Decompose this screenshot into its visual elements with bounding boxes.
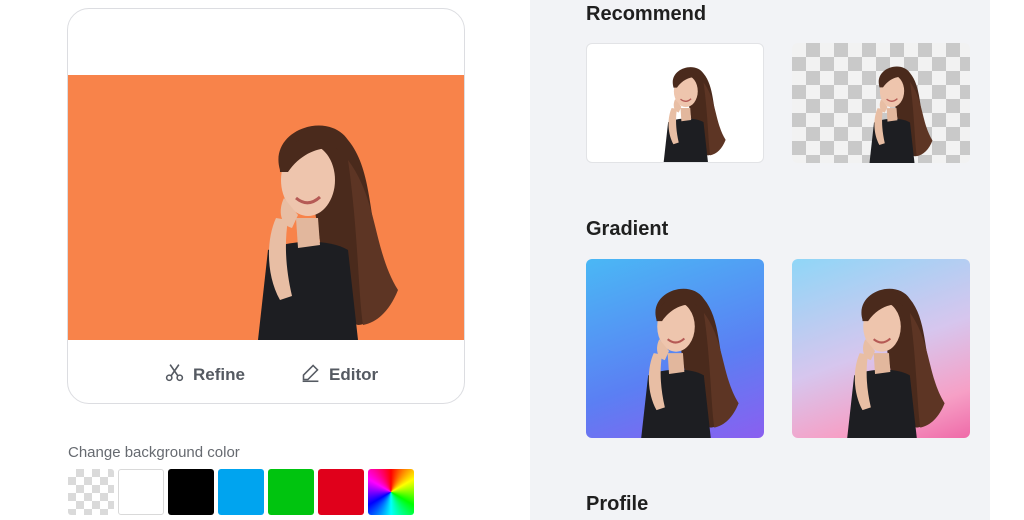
recommend-white-thumbnail[interactable] [586, 43, 764, 163]
preview-card: Refine Editor [67, 8, 465, 404]
swatch-blue[interactable] [218, 469, 264, 515]
swatch-white[interactable] [118, 469, 164, 515]
color-swatches [68, 469, 414, 515]
edge-strip [990, 0, 1024, 520]
refine-button[interactable]: Refine [164, 362, 245, 388]
left-column: Refine Editor Change background color [0, 0, 530, 520]
preview-image [68, 75, 464, 340]
change-background-label: Change background color [68, 444, 240, 461]
profile-title: Profile [586, 493, 649, 515]
scissors-icon [164, 362, 185, 388]
refine-label: Refine [193, 365, 245, 384]
card-actions: Refine Editor [68, 349, 464, 399]
swatch-black[interactable] [168, 469, 214, 515]
editor-label: Editor [329, 365, 379, 384]
gradient-title: Gradient [586, 218, 669, 240]
swatch-red[interactable] [318, 469, 364, 515]
recommend-title: Recommend [586, 3, 707, 25]
editor-button[interactable]: Editor [300, 362, 378, 388]
person-image [256, 124, 400, 340]
recommend-transparent-thumbnail[interactable] [792, 43, 970, 163]
pencil-icon [300, 362, 321, 388]
swatch-transparent[interactable] [68, 469, 114, 515]
swatch-rainbow[interactable] [368, 469, 414, 515]
gradient-pink-thumbnail[interactable] [792, 259, 970, 438]
swatch-green[interactable] [268, 469, 314, 515]
gradient-blue-thumbnail[interactable] [586, 259, 764, 438]
